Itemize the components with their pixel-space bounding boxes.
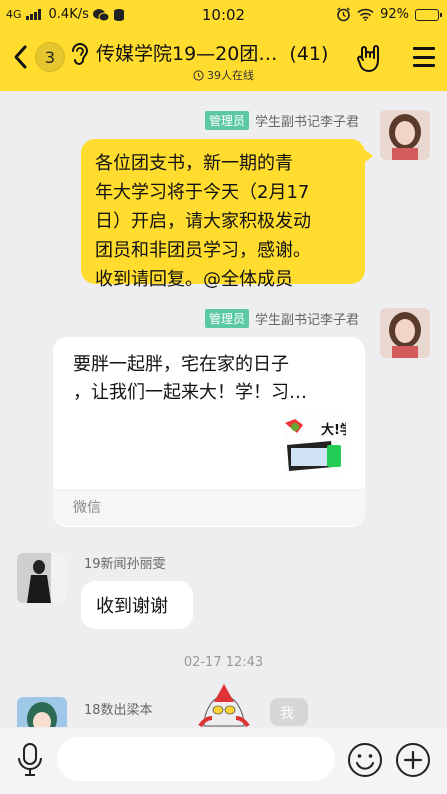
status-right: 92% <box>336 7 442 22</box>
card-source: 微信 <box>53 490 365 526</box>
sender-line: 19新闻孙丽雯 <box>84 553 166 572</box>
message-bubble[interactable]: 收到谢谢 <box>81 581 193 629</box>
sender-name: 19新闻孙丽雯 <box>84 557 166 572</box>
sender-line: 管理员 学生副书记李子君 <box>204 309 359 328</box>
sender-name: 18数出梁本 <box>84 703 153 718</box>
message-line: 各位团支书，新一期的青 <box>95 153 293 174</box>
group-name: 传媒学院19—20团… <box>96 43 278 65</box>
ear-icon[interactable] <box>68 40 90 68</box>
online-count: 39人在线 <box>207 69 254 82</box>
member-count: (41) <box>289 43 329 65</box>
message-line: 收到请回复。@全体成员 <box>95 269 293 290</box>
card-title: 要胖一起胖，宅在家的日子 ，让我们一起来大！学！习… <box>73 351 353 407</box>
status-bar: 4G 0.4K/s 10:02 92% <box>0 0 447 30</box>
thumb-text: 大!学 <box>321 423 346 438</box>
wifi-icon <box>357 8 374 21</box>
avatar[interactable] <box>17 553 67 603</box>
battery-icon <box>415 8 442 21</box>
avatar[interactable] <box>380 110 430 160</box>
card-thumbnail: 大!学 <box>283 415 346 475</box>
message-text: 收到谢谢 <box>96 596 168 617</box>
battery-percent: 92% <box>380 7 409 22</box>
message-line: 日）开启，请大家积极发动 <box>95 211 311 232</box>
card-line: 要胖一起胖，宅在家的日子 <box>73 354 289 375</box>
chat-timestamp: 02-17 12:43 <box>183 655 264 670</box>
card-line: ，让我们一起来大！学！习… <box>73 382 307 403</box>
admin-tag: 管理员 <box>204 309 249 328</box>
sticker[interactable] <box>196 680 252 728</box>
sender-line: 管理员 学生副书记李子君 <box>204 111 359 130</box>
avatar[interactable] <box>17 697 67 727</box>
share-card[interactable]: 要胖一起胖，宅在家的日子 ，让我们一起来大！学！习… 大!学 微信 <box>53 337 365 527</box>
plus-circle-icon[interactable] <box>395 742 431 778</box>
message-text: 我 <box>280 706 294 722</box>
message-input[interactable] <box>57 737 335 781</box>
chat-header: 3 传媒学院19—20团… (41) 39人在线 <box>0 30 447 91</box>
input-bar <box>0 728 447 794</box>
rock-hand-icon[interactable] <box>355 42 383 74</box>
bubble-tail <box>365 150 373 162</box>
microphone-icon[interactable] <box>16 742 44 778</box>
sender-name: 学生副书记李子君 <box>254 115 359 130</box>
menu-icon[interactable] <box>413 47 435 67</box>
alarm-icon <box>337 7 351 22</box>
chat-title[interactable]: 传媒学院19—20团… (41) <box>96 39 328 66</box>
avatar[interactable] <box>380 308 430 358</box>
sender-name: 学生副书记李子君 <box>254 313 359 328</box>
message-bubble[interactable]: 各位团支书，新一期的青 年大学习将于今天（2月17 日）开启，请大家积极发动 团… <box>81 139 365 290</box>
admin-tag: 管理员 <box>204 111 249 130</box>
message-line: 年大学习将于今天（2月17 <box>95 182 310 203</box>
message-bubble[interactable]: 我 <box>270 698 308 726</box>
message-line: 团员和非团员学习，感谢。 <box>95 240 311 261</box>
smiley-icon[interactable] <box>347 742 383 778</box>
clock-icon <box>193 69 204 81</box>
sender-line: 18数出梁本 <box>84 699 153 718</box>
